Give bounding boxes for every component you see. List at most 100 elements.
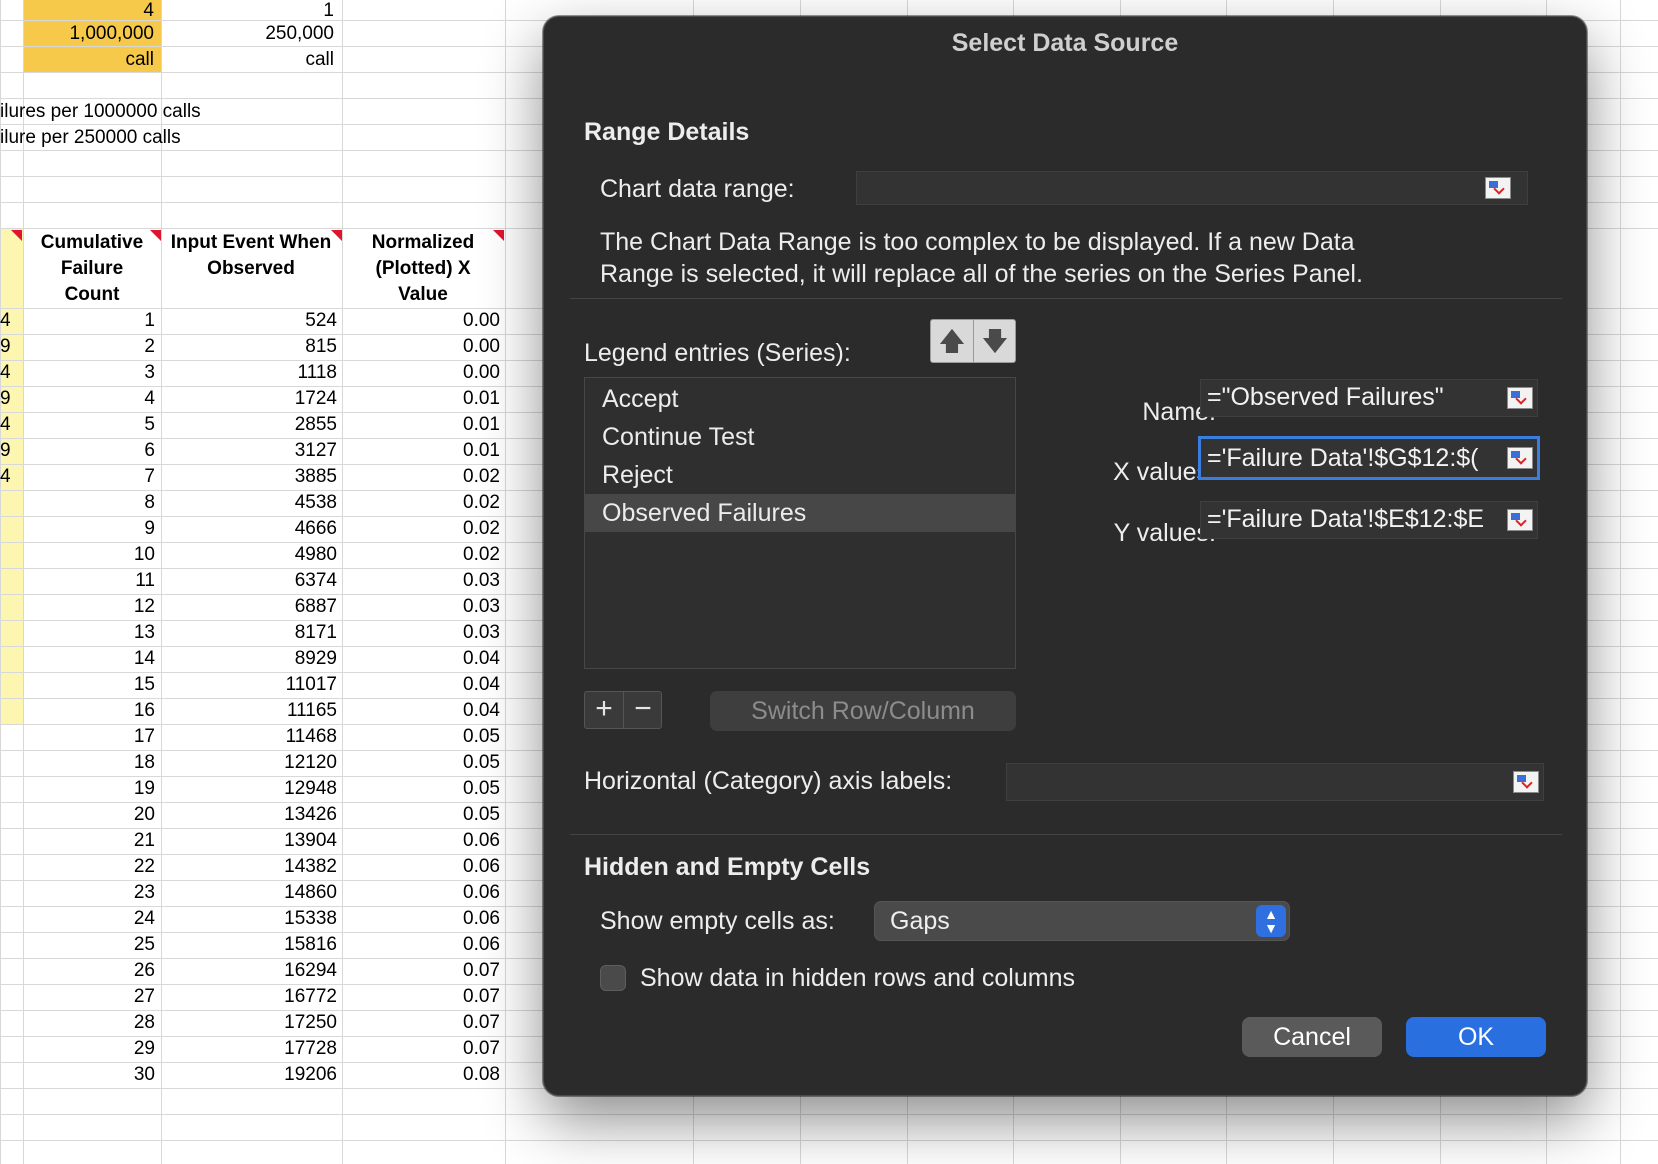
cumulative-failure-count-cell[interactable]: 5 [23,412,155,438]
input-event-cell[interactable]: 6887 [161,594,337,620]
header-cumulative-failure-count[interactable]: Cumulative Failure Count [24,230,160,308]
range-selector-icon[interactable] [1507,387,1533,409]
cumulative-failure-count-cell[interactable]: 8 [23,490,155,516]
normalized-x-cell[interactable]: 0.05 [342,724,500,750]
range-selector-icon[interactable] [1507,509,1533,531]
normalized-x-cell[interactable]: 0.00 [342,308,500,334]
cumulative-failure-count-cell[interactable]: 26 [23,958,155,984]
normalized-x-cell[interactable]: 0.07 [342,1036,500,1062]
input-event-cell[interactable]: 11017 [161,672,337,698]
normalized-x-cell[interactable]: 0.05 [342,750,500,776]
cumulative-failure-count-cell[interactable]: 1 [23,308,155,334]
input-event-cell[interactable]: 3885 [161,464,337,490]
input-event-cell[interactable]: 11468 [161,724,337,750]
arrow-up-icon[interactable]: 🡅 [931,320,973,362]
series-item-reject[interactable]: Reject [585,456,1015,494]
cumulative-failure-count-cell[interactable]: 11 [23,568,155,594]
normalized-x-cell[interactable]: 0.04 [342,698,500,724]
arrow-down-icon[interactable]: 🡇 [974,320,1016,362]
input-event-cell[interactable]: 4666 [161,516,337,542]
input-event-cell[interactable]: 1118 [161,360,337,386]
cumulative-failure-count-cell[interactable]: 23 [23,880,155,906]
cumulative-failure-count-cell[interactable]: 30 [23,1062,155,1088]
input-event-cell[interactable]: 2855 [161,412,337,438]
input-event-cell[interactable]: 4538 [161,490,337,516]
normalized-x-cell[interactable]: 0.06 [342,854,500,880]
normalized-x-cell[interactable]: 0.03 [342,594,500,620]
ok-button[interactable]: OK [1406,1017,1546,1057]
switch-row-column-button[interactable]: Switch Row/Column [710,691,1016,731]
cell-top-r2c1[interactable]: 1,000,000 [24,21,154,47]
partial-cell[interactable]: 4 [0,464,20,490]
cumulative-failure-count-cell[interactable]: 6 [23,438,155,464]
input-event-cell[interactable]: 6374 [161,568,337,594]
partial-cell[interactable]: 4 [0,360,20,386]
input-event-cell[interactable]: 12120 [161,750,337,776]
input-event-cell[interactable]: 16772 [161,984,337,1010]
range-selector-icon[interactable] [1513,771,1539,793]
cumulative-failure-count-cell[interactable]: 21 [23,828,155,854]
normalized-x-cell[interactable]: 0.05 [342,802,500,828]
normalized-x-cell[interactable]: 0.03 [342,568,500,594]
cumulative-failure-count-cell[interactable]: 15 [23,672,155,698]
cell-top-r3c2[interactable]: call [164,47,334,73]
header-input-event-when-observed[interactable]: Input Event When Observed [161,230,341,282]
x-values-field[interactable]: ='Failure Data'!$G$12:$( [1198,436,1540,480]
input-event-cell[interactable]: 15816 [161,932,337,958]
normalized-x-cell[interactable]: 0.08 [342,1062,500,1088]
cumulative-failure-count-cell[interactable]: 14 [23,646,155,672]
show-empty-cells-select[interactable]: Gaps ▲ ▼ [874,901,1290,941]
normalized-x-cell[interactable]: 0.00 [342,334,500,360]
normalized-x-cell[interactable]: 0.01 [342,438,500,464]
header-normalized-x-value[interactable]: Normalized (Plotted) X Value [342,230,504,308]
cumulative-failure-count-cell[interactable]: 12 [23,594,155,620]
normalized-x-cell[interactable]: 0.06 [342,932,500,958]
y-values-field[interactable]: ='Failure Data'!$E$12:$E [1200,501,1538,539]
cumulative-failure-count-cell[interactable]: 25 [23,932,155,958]
cumulative-failure-count-cell[interactable]: 13 [23,620,155,646]
normalized-x-cell[interactable]: 0.02 [342,516,500,542]
series-item-accept[interactable]: Accept [585,380,1015,418]
range-selector-icon[interactable] [1485,177,1511,199]
input-event-cell[interactable]: 19206 [161,1062,337,1088]
input-event-cell[interactable]: 11165 [161,698,337,724]
input-event-cell[interactable]: 15338 [161,906,337,932]
cumulative-failure-count-cell[interactable]: 2 [23,334,155,360]
series-item-continue-test[interactable]: Continue Test [585,418,1015,456]
input-event-cell[interactable]: 16294 [161,958,337,984]
normalized-x-cell[interactable]: 0.07 [342,1010,500,1036]
normalized-x-cell[interactable]: 0.02 [342,542,500,568]
chart-data-range-field[interactable] [856,171,1528,205]
normalized-x-cell[interactable]: 0.04 [342,672,500,698]
input-event-cell[interactable]: 8929 [161,646,337,672]
partial-cell[interactable]: 9 [0,438,20,464]
normalized-x-cell[interactable]: 0.01 [342,386,500,412]
note-line-2[interactable]: ilure per 250000 calls [0,125,181,151]
cumulative-failure-count-cell[interactable]: 28 [23,1010,155,1036]
normalized-x-cell[interactable]: 0.06 [342,880,500,906]
series-name-field[interactable]: ="Observed Failures" [1200,379,1538,417]
input-event-cell[interactable]: 14860 [161,880,337,906]
cumulative-failure-count-cell[interactable]: 7 [23,464,155,490]
input-event-cell[interactable]: 1724 [161,386,337,412]
series-order-stepper[interactable]: 🡅 🡇 [930,319,1016,363]
show-hidden-data-checkbox[interactable] [600,965,626,991]
cumulative-failure-count-cell[interactable]: 17 [23,724,155,750]
normalized-x-cell[interactable]: 0.01 [342,412,500,438]
cumulative-failure-count-cell[interactable]: 18 [23,750,155,776]
cumulative-failure-count-cell[interactable]: 19 [23,776,155,802]
normalized-x-cell[interactable]: 0.06 [342,906,500,932]
cumulative-failure-count-cell[interactable]: 4 [23,386,155,412]
add-series-button[interactable]: + [585,692,623,728]
normalized-x-cell[interactable]: 0.07 [342,984,500,1010]
cancel-button[interactable]: Cancel [1242,1017,1382,1057]
show-hidden-data-label[interactable]: Show data in hidden rows and columns [640,964,1075,993]
normalized-x-cell[interactable]: 0.00 [342,360,500,386]
normalized-x-cell[interactable]: 0.07 [342,958,500,984]
cumulative-failure-count-cell[interactable]: 16 [23,698,155,724]
partial-cell[interactable]: 4 [0,308,20,334]
input-event-cell[interactable]: 524 [161,308,337,334]
input-event-cell[interactable]: 17728 [161,1036,337,1062]
partial-cell[interactable]: 9 [0,386,20,412]
cumulative-failure-count-cell[interactable]: 20 [23,802,155,828]
